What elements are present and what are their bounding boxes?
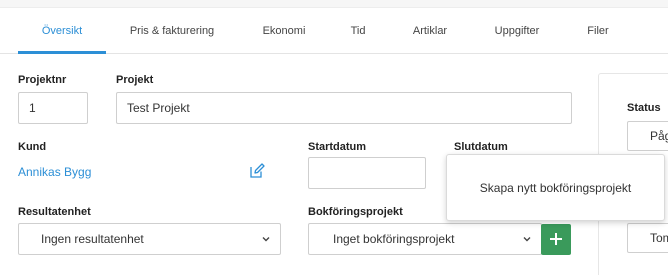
projekt-label: Projekt xyxy=(116,74,154,86)
startdatum-label: Startdatum xyxy=(308,141,367,153)
plus-icon xyxy=(550,233,562,245)
tooltip: Skapa nytt bokföringsprojekt xyxy=(446,154,665,221)
active-tab-indicator xyxy=(18,51,106,54)
tab-artiklar[interactable]: Artiklar xyxy=(400,9,460,54)
top-strip xyxy=(0,0,668,8)
bokforingsprojekt-label: Bokföringsprojekt xyxy=(308,206,403,218)
status-field[interactable]: Påg xyxy=(627,121,668,151)
tab-pris-fakturering[interactable]: Pris & fakturering xyxy=(118,9,226,54)
bokforingsprojekt-select[interactable]: Inget bokföringsprojekt xyxy=(308,223,542,255)
status-label: Status xyxy=(627,102,661,114)
edit-icon[interactable] xyxy=(249,163,265,179)
tab-uppgifter[interactable]: Uppgifter xyxy=(482,9,552,54)
chevron-down-icon xyxy=(262,237,270,242)
tab-tid[interactable]: Tid xyxy=(340,9,376,54)
resultatenhet-value: Ingen resultatenhet xyxy=(41,232,144,246)
projekt-field[interactable]: Test Projekt xyxy=(116,92,572,124)
tab-filer[interactable]: Filer xyxy=(578,9,618,54)
bokforingsprojekt-value: Inget bokföringsprojekt xyxy=(333,232,455,246)
slutdatum-label: Slutdatum xyxy=(454,141,508,153)
kund-label: Kund xyxy=(18,141,47,153)
cut-off-label-mid xyxy=(308,270,388,275)
add-bokforingsprojekt-button[interactable] xyxy=(541,224,571,255)
tab-ekonomi[interactable]: Ekonomi xyxy=(248,9,320,54)
projektnr-field[interactable]: 1 xyxy=(18,92,88,124)
cut-off-label-left xyxy=(18,270,66,275)
projektnr-label: Projektnr xyxy=(18,74,67,86)
resultatenhet-select[interactable]: Ingen resultatenhet xyxy=(18,223,281,255)
resultatenhet-label: Resultatenhet xyxy=(18,206,91,218)
tab-oversikt[interactable]: Översikt xyxy=(18,9,106,54)
chevron-down-icon xyxy=(523,237,531,242)
tab-bar: Översikt Pris & fakturering Ekonomi Tid … xyxy=(0,9,668,54)
right-panel-field[interactable]: Tom xyxy=(627,223,668,253)
startdatum-field[interactable] xyxy=(308,157,426,189)
kund-link[interactable]: Annikas Bygg xyxy=(18,165,91,179)
